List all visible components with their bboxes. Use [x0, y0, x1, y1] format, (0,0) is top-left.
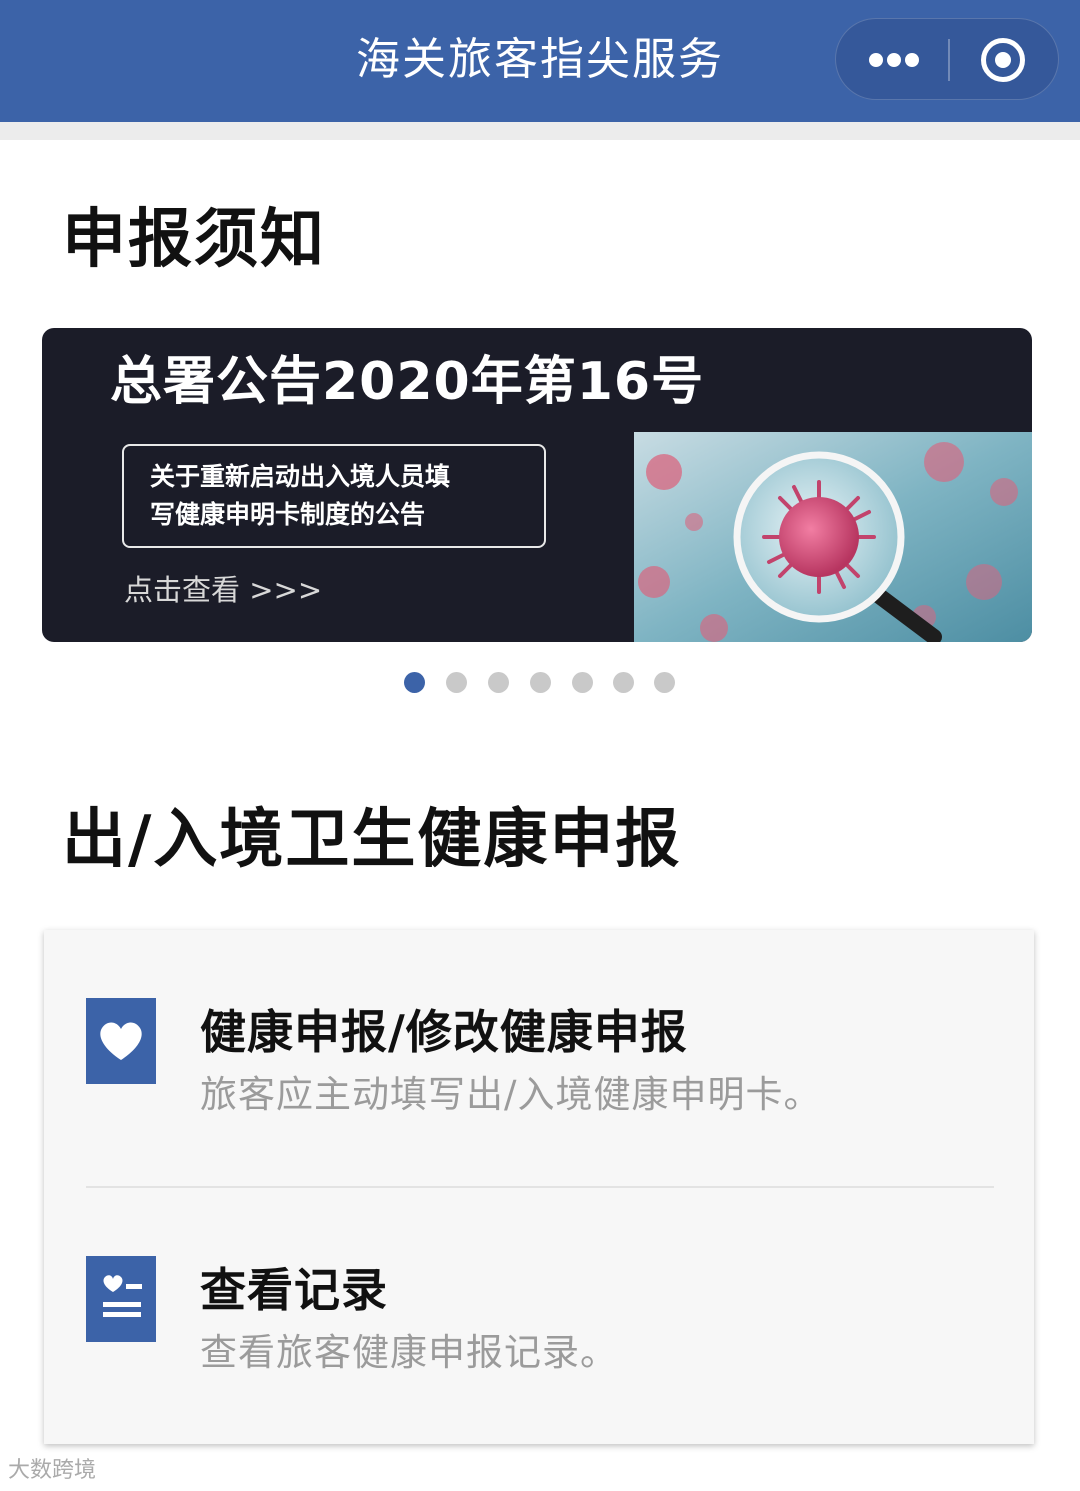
carousel-dot[interactable] [446, 672, 467, 693]
health-declaration-item[interactable]: 健康申报/修改健康申报 旅客应主动填写出/入境健康申明卡。 [44, 930, 1034, 1186]
record-list-icon [86, 1256, 156, 1342]
carousel-dot[interactable] [488, 672, 509, 693]
mini-program-capsule [835, 18, 1059, 100]
navigation-bar: 海关旅客指尖服务 [0, 0, 1080, 122]
heart-icon [86, 998, 156, 1084]
banner-view-link[interactable]: 点击查看 >>> [124, 570, 322, 610]
carousel-indicator [0, 672, 1080, 694]
more-button[interactable] [836, 19, 948, 99]
health-declaration-desc: 旅客应主动填写出/入境健康申明卡。 [200, 1073, 822, 1116]
banner-subtitle-box: 关于重新启动出入境人员填 写健康申明卡制度的公告 [122, 444, 546, 548]
health-declaration-title: 健康申报/修改健康申报 [200, 1005, 688, 1059]
close-dot-icon [995, 52, 1011, 68]
more-dots-icon [887, 53, 901, 67]
more-dots-icon [869, 53, 883, 67]
carousel-dot-active[interactable] [404, 672, 425, 693]
declaration-card: 健康申报/修改健康申报 旅客应主动填写出/入境健康申明卡。 查看记录 查看旅客健… [44, 930, 1034, 1444]
view-records-title: 查看记录 [200, 1263, 388, 1317]
watermark-text: 大数跨境 [8, 1458, 97, 1483]
notice-section-title: 申报须知 [62, 203, 326, 277]
carousel-dot[interactable] [530, 672, 551, 693]
banner-box-line-1: 关于重新启动出入境人员填 [150, 462, 451, 491]
virus-magnifier-image [634, 432, 1032, 642]
carousel-dot[interactable] [654, 672, 675, 693]
declaration-section-title: 出/入境卫生健康申报 [62, 803, 682, 877]
navbar-shadow [0, 122, 1080, 140]
watermark-logo: 大数跨境 [8, 1454, 96, 1488]
carousel-dot[interactable] [572, 672, 593, 693]
banner-box-line-2: 写健康申明卡制度的公告 [150, 500, 426, 529]
announcement-banner[interactable]: 总署公告2020年第16号 关于重新启动出入境人员填 写健康申明卡制度的公告 点… [42, 328, 1032, 642]
close-button[interactable] [950, 19, 1058, 99]
view-records-item[interactable]: 查看记录 查看旅客健康申报记录。 [44, 1188, 1034, 1444]
more-dots-icon [905, 53, 919, 67]
banner-headline: 总署公告2020年第16号 [110, 352, 705, 412]
carousel-dot[interactable] [613, 672, 634, 693]
view-records-desc: 查看旅客健康申报记录。 [200, 1331, 618, 1374]
